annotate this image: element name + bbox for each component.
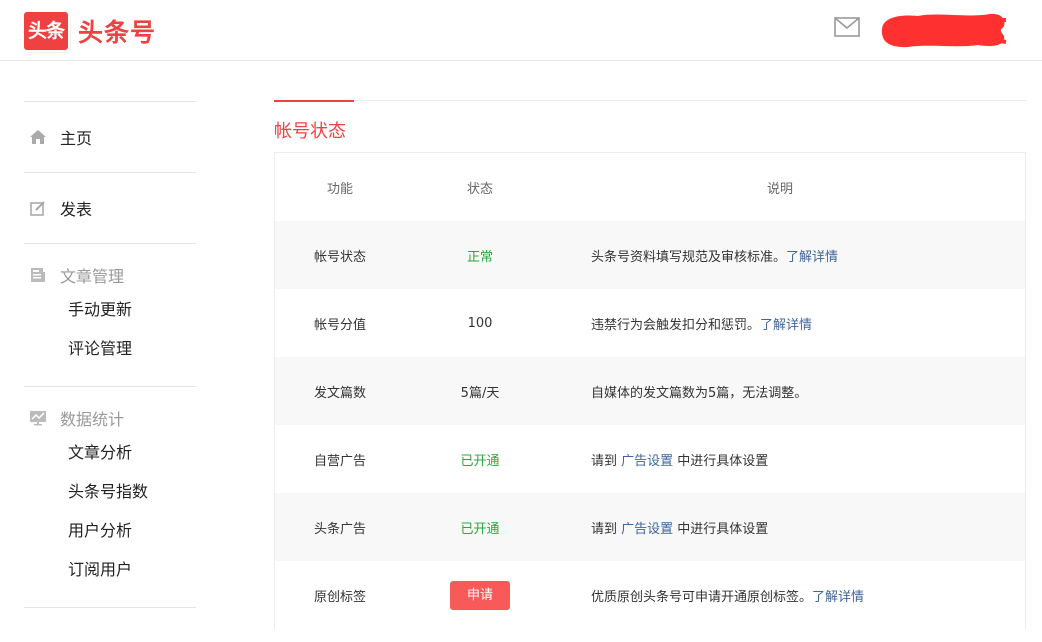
sidebar-item-manual-update[interactable]: 手动更新	[24, 290, 196, 329]
cell-description: 请到 广告设置 中进行具体设置	[555, 518, 1025, 537]
home-icon	[28, 127, 48, 147]
sidebar-section-label: 文章管理	[60, 267, 125, 286]
sidebar-section-label: 数据统计	[60, 410, 125, 429]
logo-text: 头条号	[78, 18, 157, 47]
cell-status: 5篇/天	[460, 385, 500, 401]
cell-description: 优质原创头条号可申请开通原创标签。了解详情	[555, 586, 1025, 605]
cell-feature: 帐号分值	[313, 317, 366, 333]
table-row: 帐号分值 100 违禁行为会触发扣分和惩罚。了解详情	[275, 289, 1025, 357]
tab-account-status[interactable]: 帐号状态	[274, 117, 346, 143]
column-header-status: 状态	[466, 181, 493, 197]
cell-status: 申请	[405, 580, 555, 610]
account-score: 100	[467, 315, 493, 331]
sidebar-section-stats[interactable]: 数据统计	[24, 403, 196, 433]
table-row: 原创标签 申请 优质原创头条号可申请开通原创标签。了解详情	[275, 561, 1025, 629]
apply-button[interactable]: 申请	[450, 580, 510, 610]
description-text: 中进行具体设置	[673, 453, 769, 469]
status-badge: 正常	[466, 249, 493, 265]
sidebar-item-home[interactable]: 主页	[24, 122, 196, 152]
sidebar-group-home: 主页	[24, 101, 196, 172]
cell-feature: 原创标签	[313, 589, 366, 605]
cell-description: 违禁行为会触发扣分和惩罚。了解详情	[555, 314, 1025, 333]
cell-description: 自媒体的发文篇数为5篇，无法调整。	[555, 382, 1025, 401]
status-badge: 已开通	[460, 453, 500, 469]
ad-settings-link[interactable]: 广告设置	[621, 522, 673, 537]
mail-icon[interactable]	[834, 17, 860, 37]
table-row: 帐号状态 正常 头条号资料填写规范及审核标准。了解详情	[275, 221, 1025, 289]
description-text: 中进行具体设置	[673, 521, 769, 537]
sidebar-item-article-analysis[interactable]: 文章分析	[24, 433, 196, 472]
column-header-description: 说明	[766, 181, 793, 197]
top-header: 头条 头条号	[0, 0, 1042, 61]
ad-settings-link[interactable]: 广告设置	[621, 454, 673, 469]
description-text: 请到	[591, 453, 622, 469]
learn-more-link[interactable]: 了解详情	[786, 250, 838, 265]
sidebar-section-articles[interactable]: 文章管理	[24, 260, 196, 290]
table-header: 功能 状态 说明	[275, 153, 1025, 221]
cell-feature: 帐号状态	[313, 249, 366, 265]
column-header-feature: 功能	[326, 181, 353, 197]
sidebar-item-subscribers[interactable]: 订阅用户	[24, 550, 196, 589]
sidebar-nav: 主页 发表 文章管理 手动更新 评论管理 数据统计 文章分析 头条号指数 用户分	[24, 101, 196, 642]
main-content: 帐号状态 功能 状态 说明 帐号状态 正常 头条号资料填写规范及审核标准。了解详…	[274, 100, 1026, 629]
chart-icon	[28, 408, 48, 428]
sidebar-item-label: 主页	[60, 129, 93, 148]
user-avatar-redacted[interactable]	[878, 8, 1008, 50]
sidebar-item-user-analysis[interactable]: 用户分析	[24, 511, 196, 550]
sidebar-item-toutiao-index[interactable]: 头条号指数	[24, 472, 196, 511]
description-text: 头条号资料填写规范及审核标准。	[591, 249, 787, 265]
edit-icon	[28, 198, 48, 218]
logo-badge: 头条	[24, 12, 68, 50]
account-status-table: 功能 状态 说明 帐号状态 正常 头条号资料填写规范及审核标准。了解详情 帐号分…	[274, 152, 1026, 629]
sidebar-item-comment-management[interactable]: 评论管理	[24, 329, 196, 368]
cell-feature: 发文篇数	[313, 385, 366, 401]
sidebar-divider	[24, 607, 196, 642]
sidebar-item-label: 发表	[60, 200, 93, 219]
sidebar-group-publish: 发表	[24, 172, 196, 243]
sidebar-item-publish[interactable]: 发表	[24, 193, 196, 223]
learn-more-link[interactable]: 了解详情	[760, 318, 812, 333]
description-text: 优质原创头条号可申请开通原创标签。	[591, 589, 813, 605]
description-text: 请到	[591, 521, 622, 537]
cell-description: 头条号资料填写规范及审核标准。了解详情	[555, 246, 1025, 265]
cell-description: 请到 广告设置 中进行具体设置	[555, 450, 1025, 469]
status-badge: 已开通	[460, 521, 500, 537]
cell-feature: 自营广告	[313, 453, 366, 469]
table-row: 发文篇数 5篇/天 自媒体的发文篇数为5篇，无法调整。	[275, 357, 1025, 425]
toutiao-logo[interactable]: 头条 头条号	[24, 12, 156, 50]
description-text: 自媒体的发文篇数为5篇，无法调整。	[591, 385, 808, 401]
document-icon	[28, 265, 48, 285]
table-row: 自营广告 已开通 请到 广告设置 中进行具体设置	[275, 425, 1025, 493]
active-tab-indicator	[274, 100, 354, 102]
learn-more-link[interactable]: 了解详情	[812, 590, 864, 605]
description-text: 违禁行为会触发扣分和惩罚。	[591, 317, 761, 333]
sidebar-group-stats: 数据统计 文章分析 头条号指数 用户分析 订阅用户	[24, 386, 196, 607]
cell-feature: 头条广告	[313, 521, 366, 537]
sidebar-group-articles: 文章管理 手动更新 评论管理	[24, 243, 196, 386]
tab-bar: 帐号状态	[274, 100, 1026, 152]
table-row: 头条广告 已开通 请到 广告设置 中进行具体设置	[275, 493, 1025, 561]
